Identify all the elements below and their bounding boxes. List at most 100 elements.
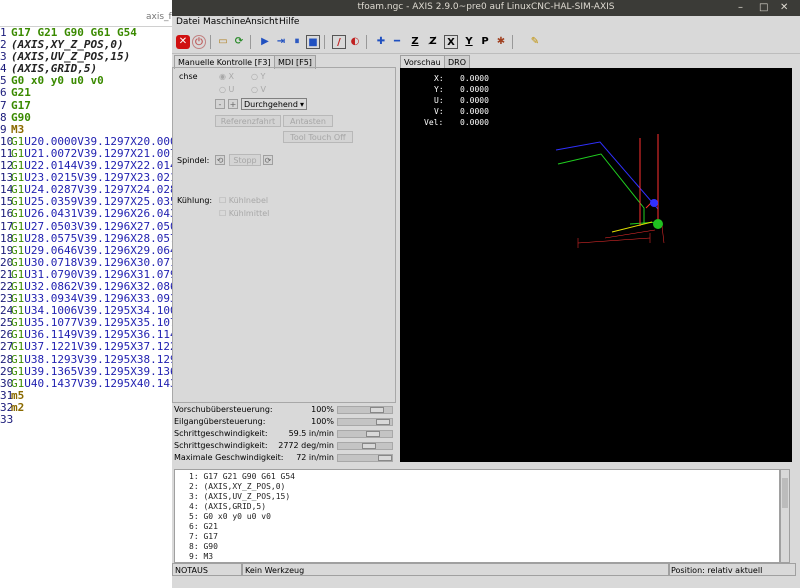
menu-datei[interactable]: Datei [176, 17, 200, 27]
line-number: 30 [0, 376, 14, 390]
gcode-line[interactable]: 1: G17 G21 G90 G61 G54 [189, 472, 295, 481]
code-text: (AXIS,UV_Z_POS,15) [11, 50, 131, 64]
gcode-line[interactable]: 9: M3 [189, 552, 213, 561]
maximize-button[interactable]: □ [759, 2, 768, 13]
open-file-icon[interactable]: ▭ [216, 35, 230, 49]
tab-preview[interactable]: Vorschau [400, 55, 445, 69]
slider-track[interactable] [337, 406, 393, 414]
clear-backplot-icon[interactable]: ✎ [528, 35, 542, 49]
touch-off-button[interactable]: Antasten [283, 115, 333, 127]
tab-dro[interactable]: DRO [444, 55, 471, 69]
manual-control-panel: chse ◉ X ○ Y ○ U ○ V - + Durchgehend ▾ Re… [172, 67, 396, 403]
tool-status: Kein Werkzeug [242, 563, 670, 576]
zoom-out-icon[interactable]: ━ [390, 35, 404, 49]
radio-y[interactable]: ○ Y [251, 72, 265, 81]
spindle-stop-button[interactable]: Stopp [229, 154, 261, 166]
gcode-line[interactable]: 5: G0 x0 y0 u0 v0 [189, 512, 271, 521]
zoom-in-icon[interactable]: ✚ [374, 35, 388, 49]
slider-label: Vorschubübersteuerung: [174, 405, 273, 414]
line-number: 8 [0, 110, 7, 124]
spindle-cw-icon[interactable]: ⟳ [263, 155, 273, 165]
jog-plus-button[interactable]: + [228, 99, 238, 109]
rotate-view-icon[interactable]: ✱ [494, 35, 508, 49]
code-line: 8 G90 [0, 110, 183, 124]
menu-ansicht[interactable]: Ansicht [245, 17, 278, 27]
code-text: m5 [11, 388, 25, 402]
code-text: G1U23.0215V39.1297X23.0215 [11, 171, 184, 185]
slider-label: Schrittgeschwindigkeit: [174, 429, 268, 438]
view-z-icon[interactable]: Z [408, 35, 422, 49]
run-icon[interactable]: ▶ [258, 35, 272, 49]
gcode-line[interactable]: 2: (AXIS,XY_Z_POS,0) [189, 482, 285, 491]
close-button[interactable]: ✕ [780, 2, 788, 13]
toolbar-separator [366, 35, 367, 49]
slider-thumb[interactable] [366, 431, 380, 437]
code-text: G90 [11, 110, 31, 124]
code-text: G1U21.0072V39.1297X21.0072 [11, 146, 184, 160]
toolbar-separator [324, 35, 325, 49]
gcode-line[interactable]: 4: (AXIS,GRID,5) [189, 502, 266, 511]
slider-track[interactable] [337, 442, 393, 450]
code-text: G1U30.0718V39.1296X30.0718 [11, 255, 184, 269]
gcode-listing[interactable]: 1: G17 G21 G90 G61 G54 2: (AXIS,XY_Z_POS,… [174, 469, 780, 563]
backplot-lines [555, 134, 659, 233]
minimize-button[interactable]: – [738, 2, 743, 13]
code-text: (AXIS,XY_Z_POS,0) [11, 38, 124, 52]
home-button[interactable]: Referenzfahrt [215, 115, 281, 127]
menu-maschine[interactable]: Maschine [203, 17, 245, 27]
slider-track[interactable] [337, 430, 393, 438]
radio-u[interactable]: ○ U [219, 85, 234, 94]
override-slider-row: Schrittgeschwindigkeit: 2772 deg/min [172, 440, 400, 452]
estop-icon[interactable]: ✕ [176, 35, 190, 49]
slider-value: 59.5 in/min [288, 429, 334, 438]
view-y-icon[interactable]: Y [462, 35, 476, 49]
preview-canvas[interactable]: X: 0.0000 Y: 0.0000 U: 0.0000 V: 0.0000 Vel: 0.00… [400, 68, 792, 462]
slider-track[interactable] [337, 454, 393, 462]
menu-hilfe[interactable]: Hilfe [279, 17, 299, 27]
gcode-line[interactable]: 6: G21 [189, 522, 218, 531]
view-p-icon[interactable]: P [478, 35, 492, 49]
gcode-line[interactable]: 8: G90 [189, 542, 218, 551]
code-text: G1U20.0000V39.1297X20.0000 [11, 134, 184, 148]
axis-label: chse [179, 72, 198, 81]
slider-track[interactable] [337, 418, 393, 426]
jog-minus-button[interactable]: - [215, 99, 225, 109]
override-slider-row: Schrittgeschwindigkeit: 59.5 in/min [172, 428, 400, 440]
code-text: G17 G21 G90 G61 G54 [11, 26, 137, 39]
title-bar[interactable]: tfoam.ngc - AXIS 2.9.0~pre0 auf LinuxCNC… [172, 0, 800, 16]
tool-touch-off-button[interactable]: Tool Touch Off [283, 131, 353, 143]
mist-checkbox[interactable]: ☐ Kühlnebel [219, 196, 268, 205]
pause-icon[interactable]: ⏸ [290, 35, 304, 49]
code-view[interactable]: 1 G17 G21 G90 G61 G54 2 (AXIS,XY_Z_POS,0) 3(… [0, 26, 184, 426]
jog-mode-select[interactable]: Durchgehend ▾ [241, 98, 307, 110]
slider-thumb[interactable] [378, 455, 392, 461]
stop-icon[interactable]: ■ [306, 35, 320, 49]
spindle-ccw-icon[interactable]: ⟲ [215, 155, 225, 165]
tool-cone-icon [650, 199, 658, 207]
code-text: G1U40.1437V39.1295X40.1437 [11, 376, 184, 390]
slider-thumb[interactable] [370, 407, 384, 413]
line-number: 29 [0, 364, 14, 378]
radio-v[interactable]: ○ V [251, 85, 266, 94]
line-number: 7 [0, 98, 7, 112]
radio-x[interactable]: ◉ X [219, 72, 234, 81]
machine-power-icon[interactable]: ⏻ [192, 35, 206, 49]
gcode-line[interactable]: 7: G17 [189, 532, 218, 541]
step-icon[interactable]: ⇥ [274, 35, 288, 49]
toolbar-separator [210, 35, 211, 49]
optional-stop-icon[interactable]: ◐ [348, 35, 362, 49]
slider-value: 2772 deg/min [278, 441, 334, 450]
view-z2-icon[interactable]: Z̸ [426, 35, 440, 49]
view-x-icon[interactable]: X [444, 35, 458, 49]
slider-thumb[interactable] [362, 443, 376, 449]
line-number: 16 [0, 207, 14, 221]
gcode-scrollbar[interactable] [780, 469, 790, 563]
scrollbar-thumb[interactable] [782, 478, 788, 508]
reload-icon[interactable]: ⟳ [232, 35, 246, 49]
gcode-line[interactable]: 3: (AXIS,UV_Z_POS,15) [189, 492, 290, 501]
flood-checkbox[interactable]: ☐ Kühlmittel [219, 209, 269, 218]
slider-thumb[interactable] [376, 419, 390, 425]
code-text: G1U31.0790V39.1296X31.0790 [11, 267, 184, 281]
block-delete-icon[interactable]: / [332, 35, 346, 49]
xy-path [557, 153, 645, 223]
